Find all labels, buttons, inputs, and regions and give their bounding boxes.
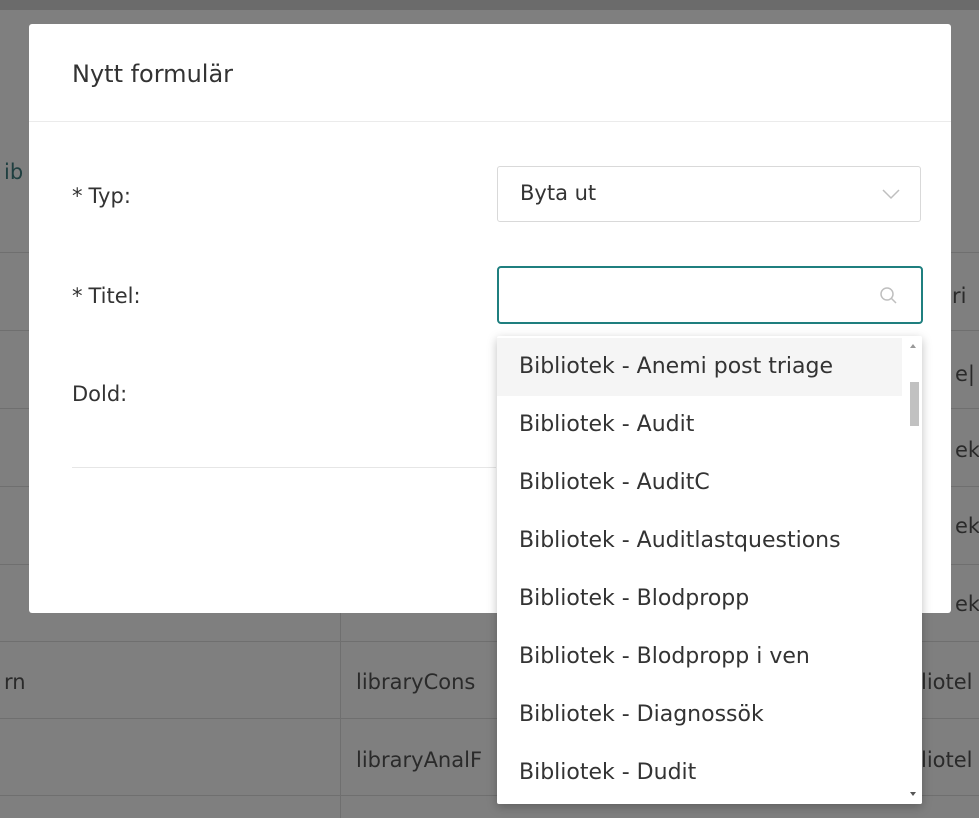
scrollbar-thumb[interactable] — [910, 382, 919, 426]
dialog-header: Nytt formulär — [29, 24, 951, 122]
hidden-label: Dold: — [72, 382, 127, 406]
chevron-down-icon — [882, 189, 900, 200]
dropdown-option[interactable]: Bibliotek - Diagnossök — [497, 686, 902, 744]
title-label-text: Titel: — [88, 284, 141, 308]
required-marker: * — [72, 184, 83, 208]
type-select[interactable]: Byta ut — [497, 166, 921, 222]
background-text: ek — [955, 592, 979, 616]
scroll-up-arrow-icon[interactable] — [910, 344, 916, 348]
background-cell-text: liotel — [921, 748, 973, 772]
required-marker: * — [72, 284, 83, 308]
background-cell-text: libraryAnalF — [356, 748, 483, 772]
dropdown-option[interactable]: Bibliotek - AuditC — [497, 454, 902, 512]
type-label-text: Typ: — [88, 184, 131, 208]
background-cell-text: liotel — [921, 670, 973, 694]
scroll-down-arrow-icon[interactable] — [910, 792, 916, 796]
background-text: ek — [955, 438, 979, 462]
hidden-label-text: Dold: — [72, 382, 128, 406]
type-label: * Typ: — [72, 184, 131, 208]
dropdown-option[interactable]: Bibliotek - Auditlastquestions — [497, 512, 902, 570]
background-text: ek — [955, 514, 979, 538]
dropdown-option[interactable]: Bibliotek - Audit — [497, 396, 902, 454]
dropdown-option[interactable]: Bibliotek - Dudit — [497, 744, 902, 802]
dropdown-option[interactable]: Bibliotek - Blodpropp i ven — [497, 628, 902, 686]
search-icon — [880, 287, 897, 304]
title-search-input[interactable] — [497, 266, 923, 324]
background-header-strip — [0, 0, 979, 10]
background-text: rn — [4, 670, 26, 694]
background-text: ri — [952, 284, 967, 308]
background-text: ib — [4, 160, 24, 184]
title-label: * Titel: — [72, 284, 141, 308]
dropdown-option[interactable]: Bibliotek - Blodpropp — [497, 570, 902, 628]
dropdown-scrollbar[interactable] — [905, 336, 922, 804]
background-cell-text: libraryCons — [356, 670, 476, 694]
title-dropdown-list: Bibliotek - Anemi post triage Bibliotek … — [497, 336, 922, 804]
background-text: e| — [955, 362, 975, 386]
dialog-title: Nytt formulär — [72, 60, 234, 88]
type-select-value: Byta ut — [520, 181, 597, 205]
dropdown-option[interactable]: Bibliotek - Anemi post triage — [497, 338, 902, 396]
form-divider — [72, 467, 496, 468]
